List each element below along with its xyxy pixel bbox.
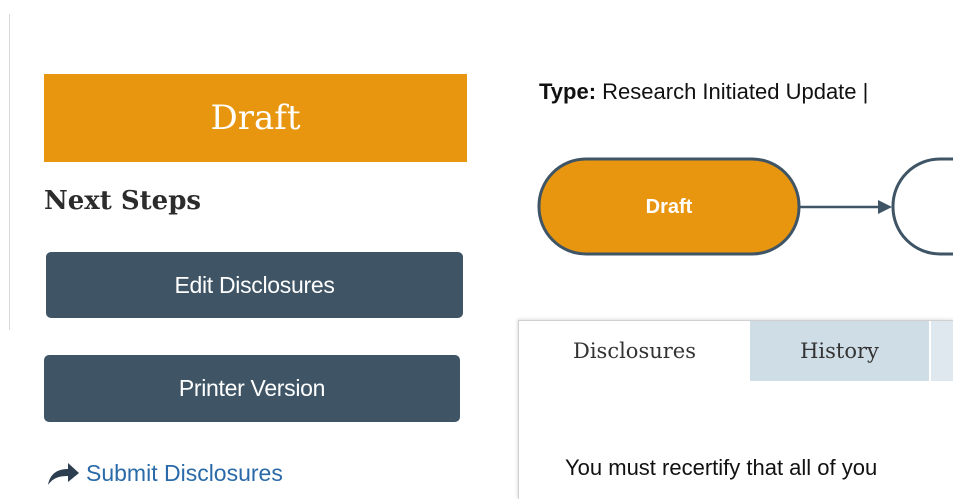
tab-history[interactable]: History	[750, 321, 929, 381]
type-label: Type:	[539, 79, 597, 104]
disclosures-panel: Disclosures History You must recertify t…	[518, 320, 953, 499]
edit-disclosures-label: Edit Disclosures	[174, 271, 335, 298]
recertify-message: You must recertify that all of you	[565, 455, 878, 480]
printer-version-label: Printer Version	[178, 375, 326, 401]
workflow-arrow-head	[878, 200, 892, 214]
status-banner: Draft	[44, 74, 467, 162]
tab-disclosures-label: Disclosures	[573, 339, 696, 363]
share-arrow-icon	[46, 461, 80, 487]
type-value: Research Initiated Update |	[596, 79, 869, 104]
next-steps-heading: Next Steps	[44, 186, 202, 216]
submit-disclosures-label: Submit Disclosures	[86, 460, 283, 486]
workflow-diagram: Draft	[530, 150, 953, 270]
submit-disclosures-link[interactable]: Submit Disclosures	[46, 460, 283, 487]
tab-next[interactable]	[929, 321, 953, 381]
tab-history-label: History	[800, 339, 879, 363]
workflow-state-next	[891, 157, 953, 256]
workflow-state-draft-label: Draft	[646, 196, 693, 218]
status-label: Draft	[210, 98, 301, 138]
edit-disclosures-button[interactable]: Edit Disclosures	[46, 252, 463, 318]
type-line: Type: Research Initiated Update |	[539, 79, 868, 105]
tab-disclosures[interactable]: Disclosures	[519, 321, 750, 381]
printer-version-button[interactable]: Printer Version	[44, 355, 460, 422]
left-divider	[9, 14, 10, 330]
